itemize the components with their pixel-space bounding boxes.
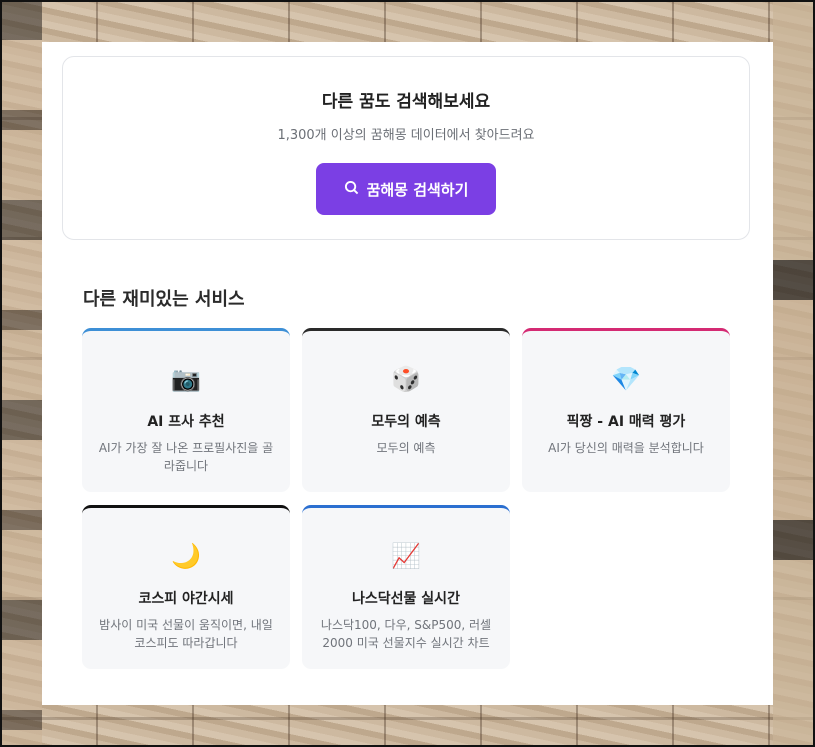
service-card-prediction[interactable]: 🎲 모두의 예측 모두의 예측 [302, 328, 510, 492]
content-panel: 다른 꿈도 검색해보세요 1,300개 이상의 꿈해몽 데이터에서 찾아드려요 … [42, 42, 773, 705]
service-card-nasdaq-futures[interactable]: 📈 나스닥선물 실시간 나스닥100, 다우, S&P500, 러셀 2000 … [302, 505, 510, 669]
service-card-title: 픽짱 - AI 매력 평가 [566, 414, 686, 430]
search-button-label: 꿈해몽 검색하기 [366, 180, 469, 199]
services-section-title: 다른 재미있는 서비스 [83, 289, 245, 310]
dream-search-button[interactable]: 꿈해몽 검색하기 [316, 163, 496, 215]
search-icon [344, 180, 359, 199]
service-card-title: 코스피 야간시세 [138, 591, 234, 607]
service-card-title: AI 프사 추천 [147, 414, 225, 430]
dice-icon: 🎲 [391, 365, 421, 393]
service-card-kospi-night[interactable]: 🌙 코스피 야간시세 밤사이 미국 선물이 움직이면, 내일 코스피도 따라갑니… [82, 505, 290, 669]
service-card-description: AI가 가장 잘 나온 프로필사진을 골라줍니다 [98, 441, 274, 473]
service-card-description: 나스닥100, 다우, S&P500, 러셀 2000 미국 선물지수 실시간 … [320, 618, 492, 650]
moon-icon: 🌙 [171, 542, 201, 570]
service-card-description: 모두의 예측 [376, 441, 436, 455]
camera-icon: 📷 [171, 365, 201, 393]
search-title: 다른 꿈도 검색해보세요 [321, 92, 491, 112]
service-card-description: 밤사이 미국 선물이 움직이면, 내일 코스피도 따라갑니다 [99, 618, 273, 650]
service-card-ai-profile[interactable]: 📷 AI 프사 추천 AI가 가장 잘 나온 프로필사진을 골라줍니다 [82, 328, 290, 492]
chart-up-icon: 📈 [391, 542, 421, 570]
search-promo-card: 다른 꿈도 검색해보세요 1,300개 이상의 꿈해몽 데이터에서 찾아드려요 … [62, 56, 750, 240]
service-card-pickzzang[interactable]: 💎 픽짱 - AI 매력 평가 AI가 당신의 매력을 분석합니다 [522, 328, 730, 492]
search-subtitle: 1,300개 이상의 꿈해몽 데이터에서 찾아드려요 [277, 128, 535, 143]
gem-icon: 💎 [611, 365, 641, 393]
service-card-title: 모두의 예측 [371, 414, 441, 430]
service-card-description: AI가 당신의 매력을 분석합니다 [548, 441, 704, 455]
service-card-title: 나스닥선물 실시간 [352, 591, 460, 607]
